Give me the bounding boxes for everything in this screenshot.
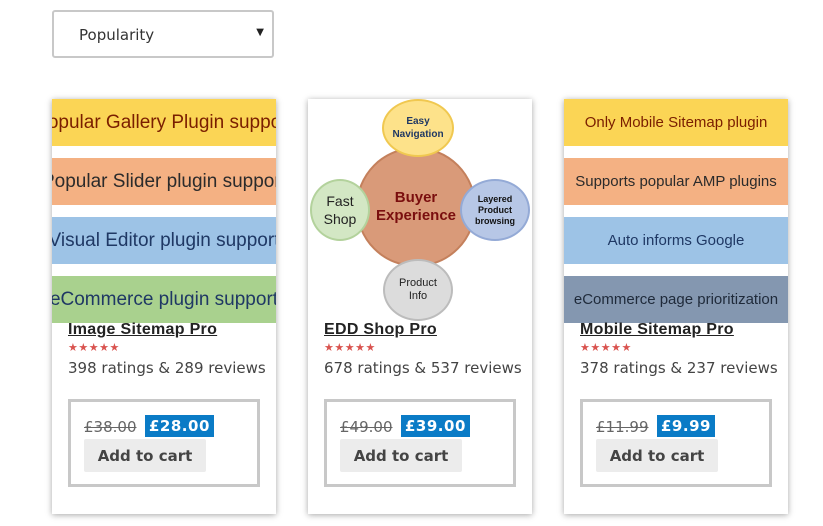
image-band: Popular Slider plugin support bbox=[52, 158, 276, 205]
diagram-node-top: Easy Navigation bbox=[382, 99, 454, 157]
image-band: eCommerce page prioritization bbox=[564, 276, 788, 323]
old-price: £38.00 bbox=[84, 418, 137, 436]
rating-stars: ★★★★★ bbox=[68, 341, 120, 354]
ratings-text: 398 ratings & 289 reviews bbox=[68, 359, 266, 377]
price-box: £11.99 £9.99 Add to cart bbox=[580, 399, 772, 487]
rating-stars: ★★★★★ bbox=[580, 341, 632, 354]
add-to-cart-button[interactable]: Add to cart bbox=[340, 439, 462, 472]
product-image[interactable]: Popular Gallery Plugin support Popular S… bbox=[52, 99, 276, 323]
sort-select[interactable]: Popularity ▼ bbox=[52, 10, 274, 58]
image-band: eCommerce plugin support bbox=[52, 276, 276, 323]
sale-price: £28.00 bbox=[145, 415, 214, 437]
product-title-link[interactable]: EDD Shop Pro bbox=[324, 321, 437, 339]
ratings-text: 378 ratings & 237 reviews bbox=[580, 359, 778, 377]
add-to-cart-button[interactable]: Add to cart bbox=[84, 439, 206, 472]
price-box: £38.00 £28.00 Add to cart bbox=[68, 399, 260, 487]
diagram-node-left: Fast Shop bbox=[310, 179, 370, 241]
sort-selected-value: Popularity bbox=[79, 26, 155, 44]
old-price: £49.00 bbox=[340, 418, 393, 436]
rating-stars: ★★★★★ bbox=[324, 341, 376, 354]
old-price: £11.99 bbox=[596, 418, 649, 436]
image-band: Supports popular AMP plugins bbox=[564, 158, 788, 205]
diagram-node-right: Layered Product browsing bbox=[460, 179, 530, 241]
product-card: Buyer Experience Easy Navigation Fast Sh… bbox=[308, 99, 532, 514]
ratings-text: 678 ratings & 537 reviews bbox=[324, 359, 522, 377]
product-card: Popular Gallery Plugin support Popular S… bbox=[52, 99, 276, 514]
product-image[interactable]: Buyer Experience Easy Navigation Fast Sh… bbox=[308, 99, 532, 323]
diagram-node-bottom: Product Info bbox=[383, 259, 453, 321]
product-image[interactable]: Only Mobile Sitemap plugin Supports popu… bbox=[564, 99, 788, 323]
image-band: Auto informs Google bbox=[564, 217, 788, 264]
product-title-link[interactable]: Image Sitemap Pro bbox=[68, 321, 217, 339]
sale-price: £39.00 bbox=[401, 415, 470, 437]
image-band: Visual Editor plugin support bbox=[52, 217, 276, 264]
image-band: Popular Gallery Plugin support bbox=[52, 99, 276, 146]
product-card: Only Mobile Sitemap plugin Supports popu… bbox=[564, 99, 788, 514]
sale-price: £9.99 bbox=[657, 415, 715, 437]
dropdown-arrow-icon: ▼ bbox=[256, 27, 264, 38]
price-box: £49.00 £39.00 Add to cart bbox=[324, 399, 516, 487]
product-title-link[interactable]: Mobile Sitemap Pro bbox=[580, 321, 734, 339]
image-band: Only Mobile Sitemap plugin bbox=[564, 99, 788, 146]
diagram-center: Buyer Experience bbox=[356, 147, 476, 267]
add-to-cart-button[interactable]: Add to cart bbox=[596, 439, 718, 472]
